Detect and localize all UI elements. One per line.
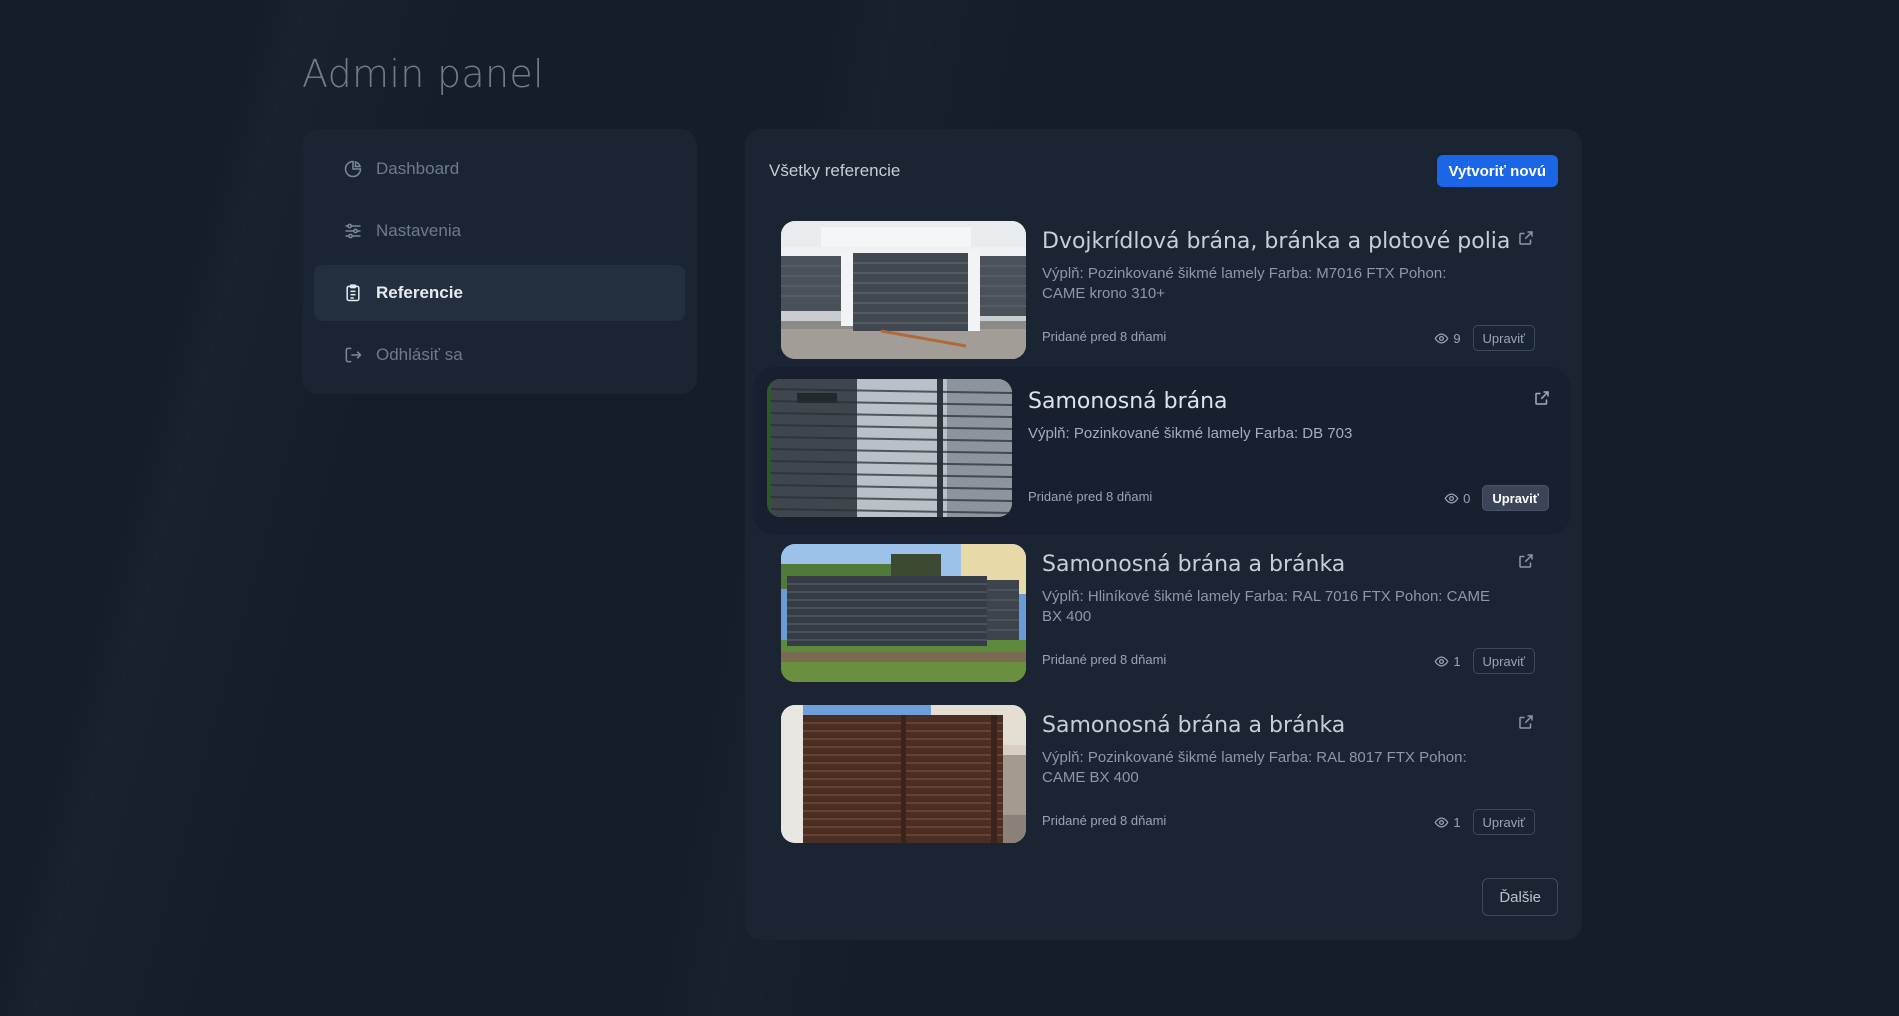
reference-thumbnail[interactable]	[767, 379, 1012, 517]
references-panel: Všetky referencie Vytvoriť novú Dvojkríd…	[745, 129, 1582, 940]
sidebar: Dashboard Nastavenia Referencie Odhlásiť…	[302, 129, 697, 394]
edit-button[interactable]: Upraviť	[1482, 485, 1549, 511]
external-link-icon[interactable]	[1533, 389, 1551, 407]
sliders-icon	[342, 220, 364, 242]
reference-date: Pridané pred 8 dňami	[1042, 329, 1167, 344]
sidebar-item-referencie[interactable]: Referencie	[314, 265, 685, 321]
reference-description: Výplň: Pozinkované šikmé lamely Farba: R…	[1042, 749, 1467, 786]
view-count: 9	[1434, 330, 1461, 346]
eye-icon	[1434, 655, 1449, 667]
external-link-icon[interactable]	[1517, 713, 1535, 731]
reference-meta: 0 Upraviť	[1444, 485, 1549, 511]
edit-button[interactable]: Upraviť	[1472, 809, 1535, 835]
reference-title: Samonosná brána a bránka	[1042, 713, 1346, 738]
reference-description: Výplň: Pozinkované šikmé lamely Farba: M…	[1042, 265, 1447, 302]
external-link-icon[interactable]	[1517, 552, 1535, 570]
view-count-value: 1	[1453, 814, 1461, 830]
reference-card: Samonosná brána a bránka Výplň: Hliníkov…	[781, 544, 1543, 682]
sidebar-item-label: Referencie	[376, 283, 463, 302]
reference-title: Samonosná brána	[1028, 389, 1228, 414]
view-count: 1	[1434, 814, 1461, 830]
next-page-button[interactable]: Ďalšie	[1482, 878, 1558, 916]
reference-thumbnail[interactable]	[781, 221, 1026, 359]
view-count-value: 9	[1453, 330, 1461, 346]
reference-title: Samonosná brána a bránka	[1042, 552, 1346, 577]
create-new-button[interactable]: Vytvoriť novú	[1436, 155, 1558, 187]
sidebar-item-dashboard[interactable]: Dashboard	[314, 141, 685, 197]
eye-icon	[1434, 816, 1449, 828]
reference-thumbnail[interactable]	[781, 705, 1026, 843]
sidebar-item-logout[interactable]: Odhlásiť sa	[314, 327, 685, 383]
eye-icon	[1444, 492, 1459, 504]
reference-meta: 1 Upraviť	[1434, 648, 1535, 674]
panel-header: Všetky referencie Vytvoriť novú	[769, 153, 1558, 189]
reference-title: Dvojkrídlová brána, bránka a plotové pol…	[1042, 229, 1511, 254]
clipboard-icon	[342, 282, 364, 304]
view-count-value: 1	[1453, 653, 1461, 669]
sidebar-item-label: Nastavenia	[376, 221, 462, 240]
reference-card-highlighted: Samonosná brána Výplň: Pozinkované šikmé…	[753, 367, 1571, 535]
reference-meta: 9 Upraviť	[1434, 325, 1535, 351]
reference-description: Výplň: Hliníkové šikmé lamely Farba: RAL…	[1042, 588, 1490, 625]
view-count-value: 0	[1463, 490, 1471, 506]
edit-button[interactable]: Upraviť	[1472, 648, 1535, 674]
reference-date: Pridané pred 8 dňami	[1042, 652, 1167, 667]
reference-thumbnail[interactable]	[781, 544, 1026, 682]
pie-chart-icon	[342, 158, 364, 180]
sidebar-item-label: Odhlásiť sa	[376, 345, 463, 364]
view-count: 1	[1434, 653, 1461, 669]
sidebar-item-label: Dashboard	[376, 159, 460, 178]
logout-icon	[342, 344, 364, 366]
sidebar-item-nastavenia[interactable]: Nastavenia	[314, 203, 685, 259]
external-link-icon[interactable]	[1517, 229, 1535, 247]
reference-description: Výplň: Pozinkované šikmé lamely Farba: D…	[1028, 425, 1353, 442]
reference-meta: 1 Upraviť	[1434, 809, 1535, 835]
reference-date: Pridané pred 8 dňami	[1028, 489, 1153, 504]
panel-title: Všetky referencie	[769, 161, 901, 180]
reference-card: Dvojkrídlová brána, bránka a plotové pol…	[781, 221, 1543, 359]
edit-button[interactable]: Upraviť	[1472, 325, 1535, 351]
reference-card: Samonosná brána a bránka Výplň: Pozinkov…	[781, 705, 1543, 843]
page-title: Admin panel	[302, 52, 544, 96]
view-count: 0	[1444, 491, 1470, 506]
eye-icon	[1434, 332, 1449, 344]
reference-date: Pridané pred 8 dňami	[1042, 813, 1167, 828]
